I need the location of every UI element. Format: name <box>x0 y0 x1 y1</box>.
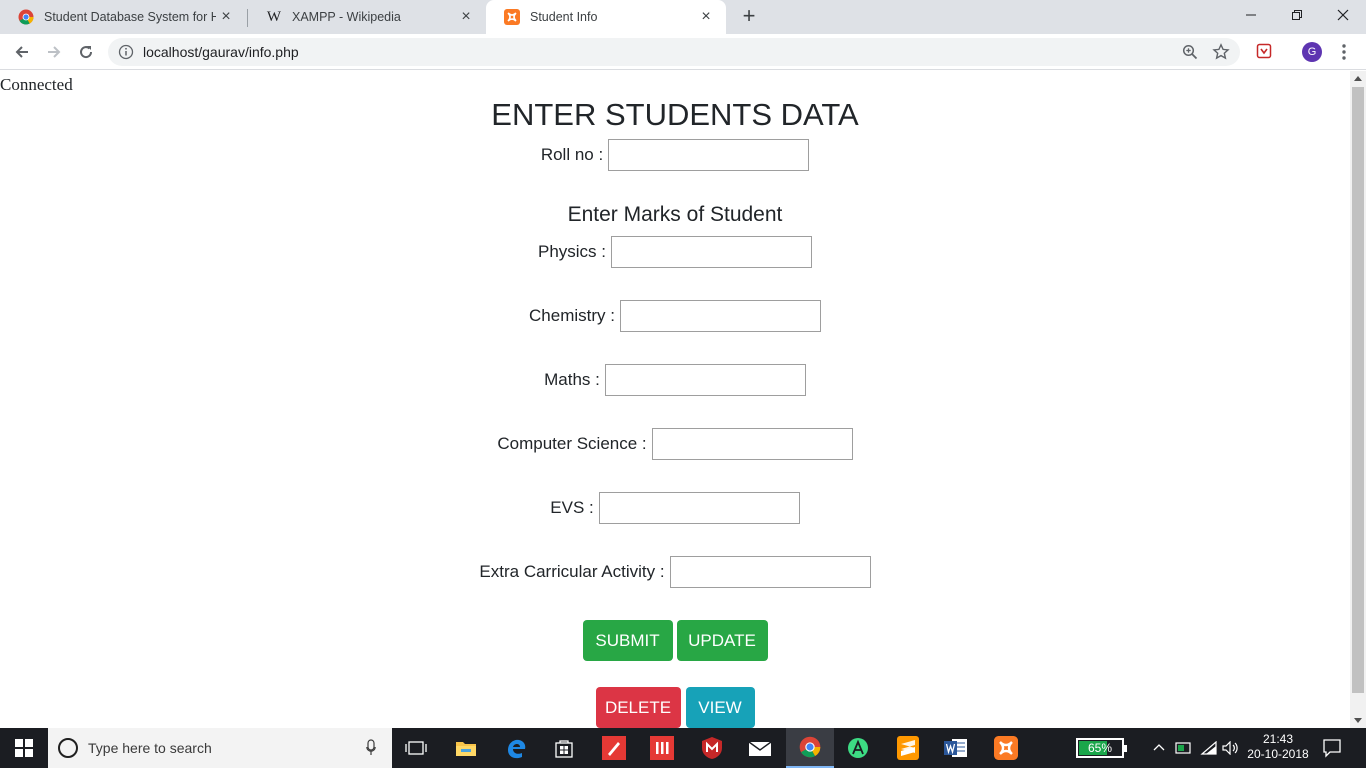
evs-row: EVS : <box>0 492 1350 524</box>
clock-time: 21:43 <box>1262 732 1294 746</box>
update-button[interactable]: UPDATE <box>676 620 768 661</box>
physics-label: Physics : <box>537 242 607 261</box>
power-plug-icon[interactable] <box>1175 728 1193 768</box>
view-button[interactable]: VIEW <box>685 687 755 728</box>
menu-dots-icon[interactable] <box>1338 42 1350 62</box>
tab-strip: Student Database System for Hig × W XAMP… <box>0 0 1366 34</box>
windows-start-icon[interactable] <box>0 728 48 768</box>
maths-label: Maths : <box>544 370 600 389</box>
tab-title: XAMPP - Wikipedia <box>292 10 401 24</box>
microphone-icon[interactable] <box>366 739 376 762</box>
xampp-icon <box>504 9 520 25</box>
page-title: ENTER STUDENTS DATA <box>491 97 859 132</box>
browser-toolbar: localhost/gaurav/info.php G <box>0 34 1366 70</box>
search-placeholder: Type here to search <box>88 740 212 756</box>
battery-nub <box>1124 745 1127 752</box>
info-icon[interactable] <box>118 44 134 65</box>
profile-avatar[interactable]: G <box>1302 42 1322 62</box>
mcafee-icon[interactable] <box>688 728 736 768</box>
close-icon[interactable]: × <box>458 9 474 25</box>
chrome-taskbar-icon[interactable] <box>786 728 834 768</box>
reload-icon[interactable] <box>74 40 98 64</box>
windows-taskbar: Type here to search 65% 21:43 20-10-2018 <box>0 728 1366 768</box>
zoom-icon[interactable] <box>1182 44 1198 65</box>
chemistry-row: Chemistry : <box>0 300 1350 332</box>
tab-student-database[interactable]: Student Database System for Hig × <box>0 0 246 34</box>
cortana-icon <box>58 738 78 758</box>
app-red-bars-icon[interactable] <box>638 728 686 768</box>
window-close-icon[interactable] <box>1320 0 1366 30</box>
evs-input[interactable] <box>598 492 800 524</box>
tab-student-info[interactable]: Student Info × <box>486 0 726 34</box>
tray-chevron-icon[interactable] <box>1152 728 1166 768</box>
primary-button-row: SUBMIT UPDATE <box>0 620 1350 661</box>
computer-science-label: Computer Science : <box>497 434 647 453</box>
chemistry-label: Chemistry : <box>529 306 615 325</box>
roll-no-label: Roll no : <box>540 145 604 164</box>
battery-indicator[interactable]: 65% <box>1076 738 1127 758</box>
extra-curricular-input[interactable] <box>669 556 871 588</box>
wifi-icon[interactable] <box>1200 728 1218 768</box>
extra-curricular-label: Extra Carricular Activity : <box>479 562 665 581</box>
file-explorer-icon[interactable] <box>442 728 490 768</box>
submit-button[interactable]: SUBMIT <box>582 620 673 661</box>
notification-icon[interactable] <box>1322 738 1342 763</box>
vertical-scrollbar[interactable] <box>1350 71 1366 728</box>
chrome-favicon-icon <box>18 9 34 25</box>
tab-xampp-wikipedia[interactable]: W XAMPP - Wikipedia × <box>248 0 486 34</box>
app-red-pen-icon[interactable] <box>590 728 638 768</box>
physics-input[interactable] <box>611 236 813 268</box>
physics-row: Physics : <box>0 236 1350 268</box>
taskbar-search[interactable]: Type here to search <box>48 728 392 768</box>
edge-icon[interactable] <box>492 728 540 768</box>
new-tab-icon[interactable]: + <box>738 5 760 27</box>
computer-science-row: Computer Science : <box>0 428 1350 460</box>
roll-no-input[interactable] <box>608 139 810 171</box>
wikipedia-icon: W <box>266 9 282 25</box>
microsoft-store-icon[interactable] <box>540 728 588 768</box>
scroll-down-arrow-icon[interactable] <box>1354 718 1362 723</box>
word-icon[interactable] <box>932 728 980 768</box>
battery-percent: 65% <box>1087 741 1113 755</box>
extra-curricular-row: Extra Carricular Activity : <box>0 556 1350 588</box>
restore-icon[interactable] <box>1274 0 1320 30</box>
bookmark-star-icon[interactable] <box>1212 43 1230 66</box>
taskbar-clock[interactable]: 21:43 20-10-2018 <box>1244 732 1312 762</box>
secondary-button-row: DELETE VIEW <box>0 687 1350 728</box>
chemistry-input[interactable] <box>619 300 821 332</box>
xampp-taskbar-icon[interactable] <box>982 728 1030 768</box>
minimize-icon[interactable] <box>1228 0 1274 30</box>
connection-status: Connected <box>0 75 73 94</box>
back-arrow-icon[interactable] <box>10 40 34 64</box>
mail-icon[interactable] <box>736 728 784 768</box>
forward-arrow-icon[interactable] <box>42 40 66 64</box>
evs-label: EVS : <box>550 498 594 517</box>
scroll-up-arrow-icon[interactable] <box>1354 76 1362 81</box>
tab-title: Student Info <box>530 10 598 24</box>
scroll-thumb[interactable] <box>1352 87 1364 693</box>
clock-date: 20-10-2018 <box>1247 747 1309 761</box>
marks-heading: Enter Marks of Student <box>567 203 783 226</box>
roll-no-row: Roll no : <box>0 139 1350 171</box>
tab-title: Student Database System for Hig <box>44 10 216 24</box>
page-viewport: Connected ENTER STUDENTS DATA Roll no : … <box>0 71 1350 728</box>
maths-row: Maths : <box>0 364 1350 396</box>
sublime-text-icon[interactable] <box>884 728 932 768</box>
extension-icon[interactable] <box>1256 43 1272 64</box>
url-text[interactable]: localhost/gaurav/info.php <box>143 44 299 60</box>
delete-button[interactable]: DELETE <box>595 687 681 728</box>
task-view-icon[interactable] <box>392 728 440 768</box>
computer-science-input[interactable] <box>651 428 853 460</box>
android-studio-icon[interactable] <box>834 728 882 768</box>
close-icon[interactable]: × <box>218 9 234 25</box>
volume-icon[interactable] <box>1222 728 1240 768</box>
maths-input[interactable] <box>604 364 806 396</box>
address-bar[interactable]: localhost/gaurav/info.php <box>108 38 1240 66</box>
close-icon[interactable]: × <box>698 9 714 25</box>
